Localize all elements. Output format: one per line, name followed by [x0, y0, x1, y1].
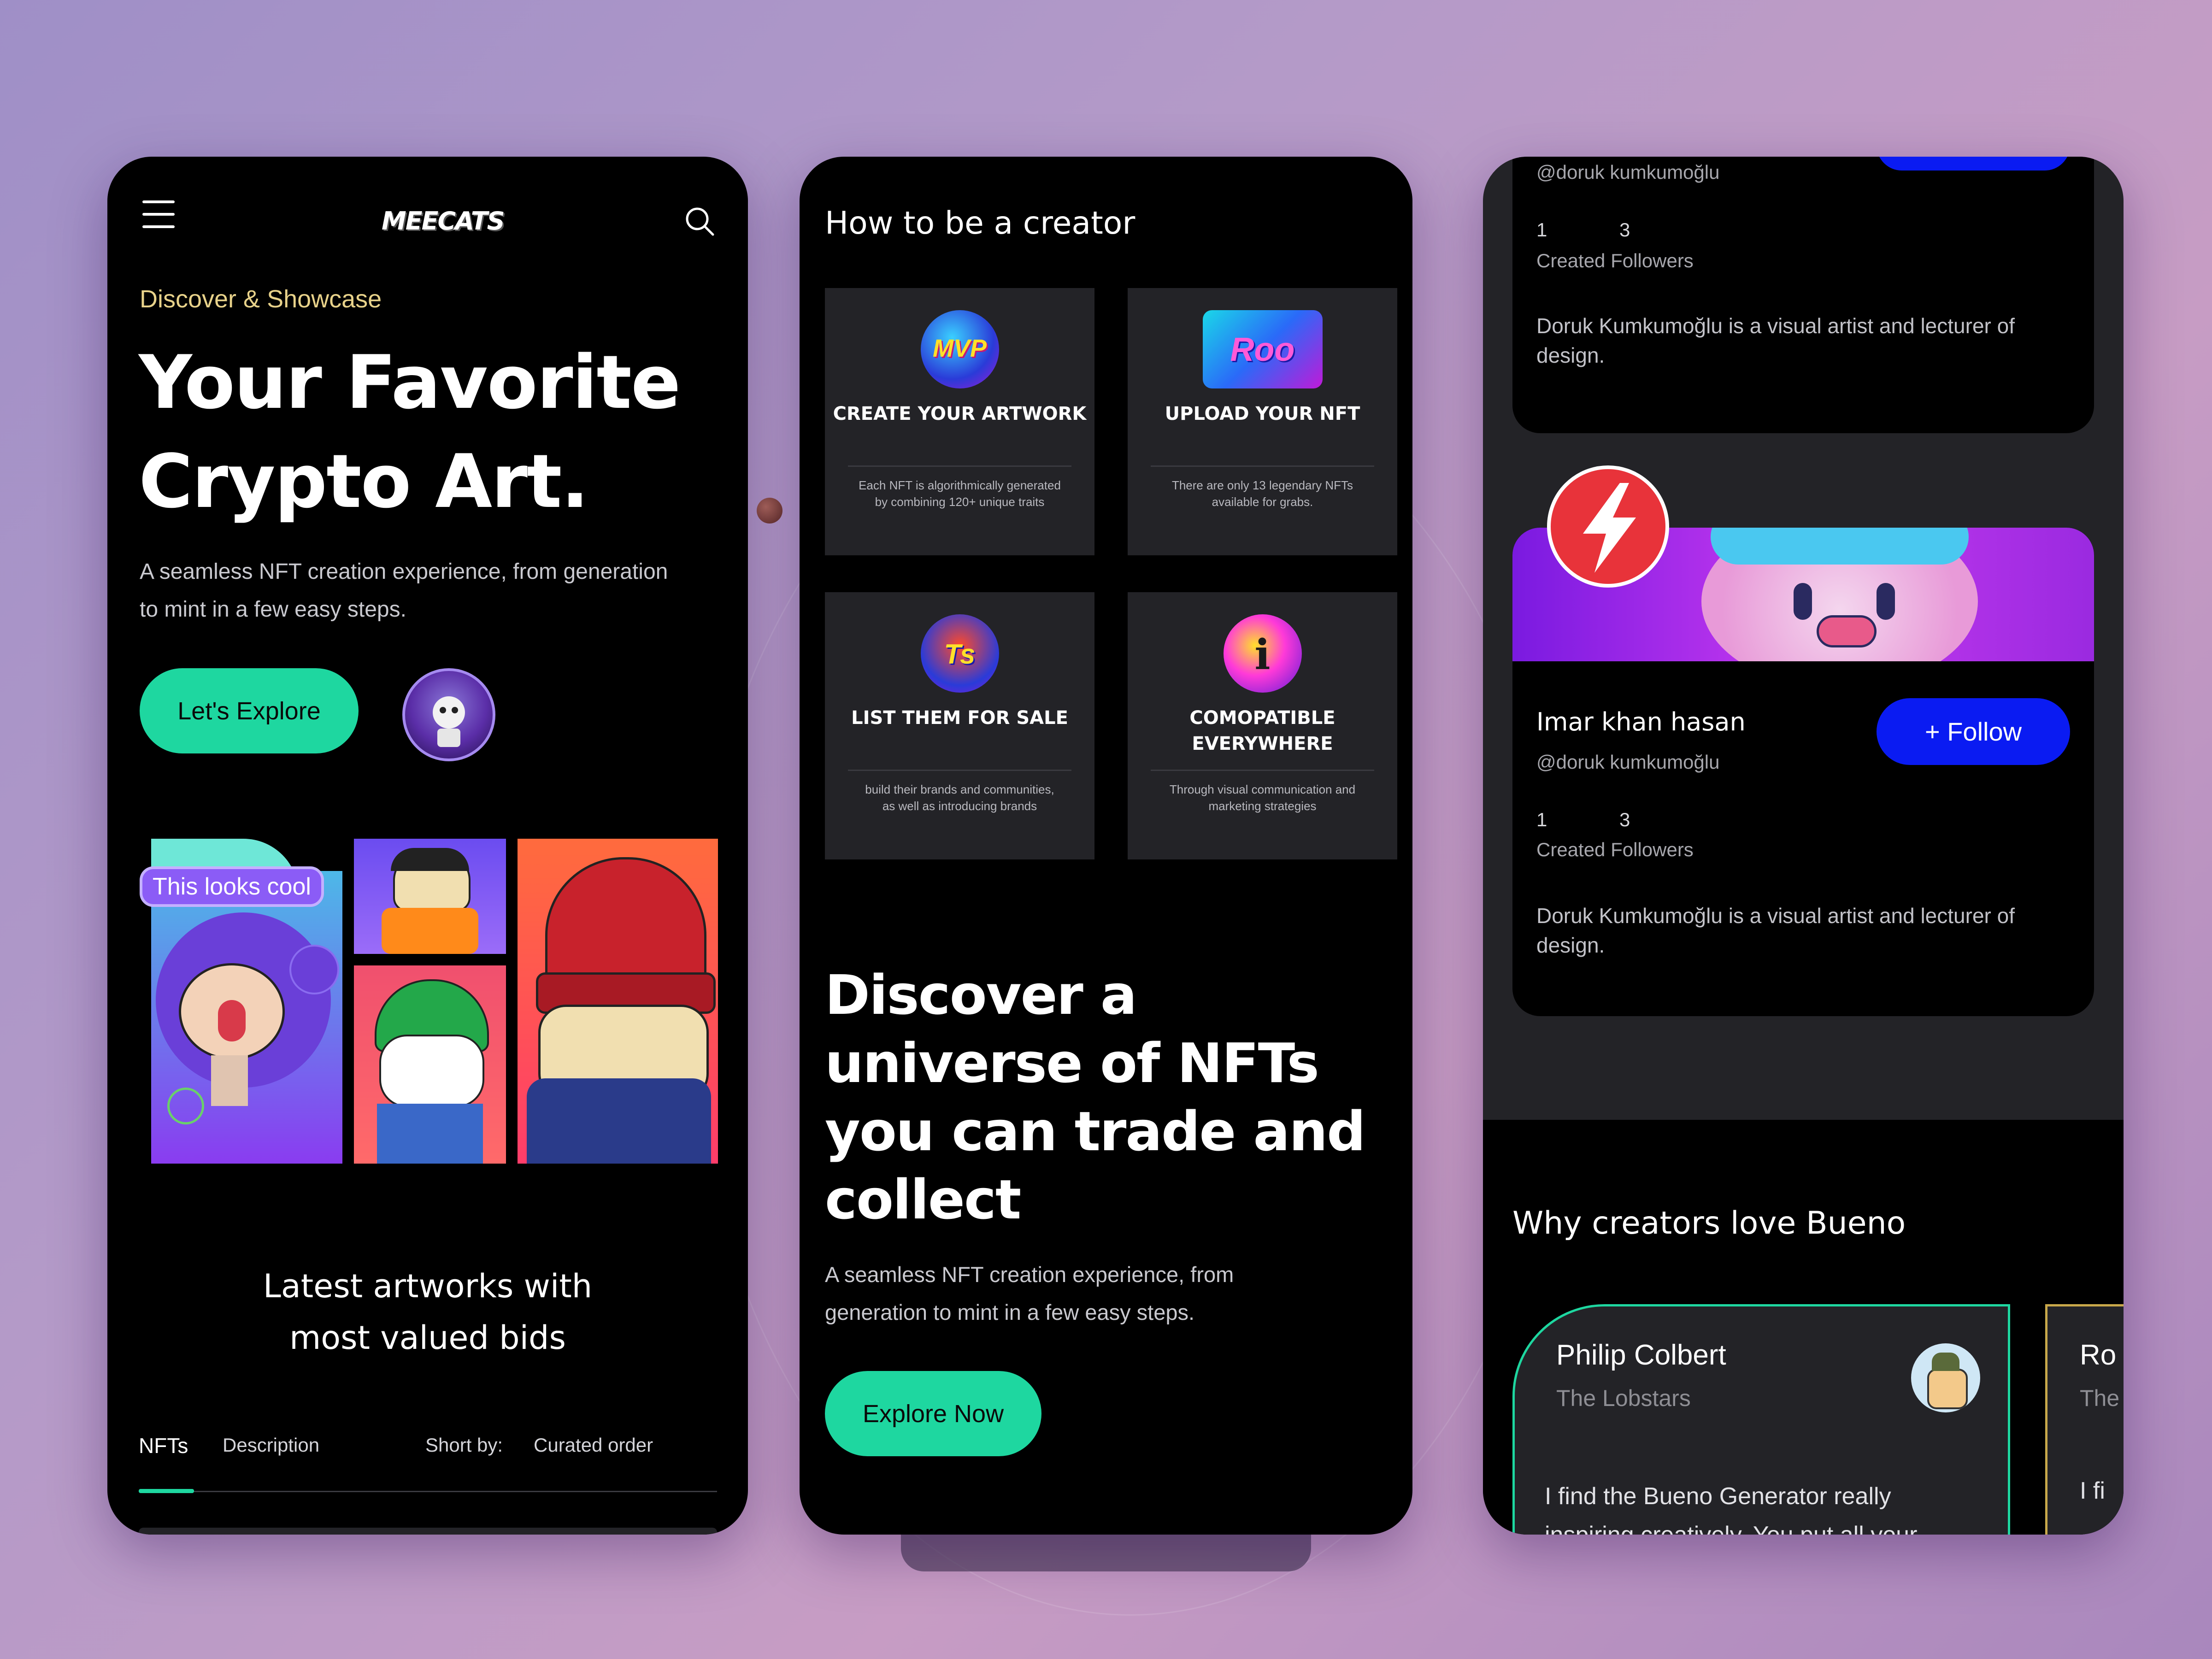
step-card-title: CREATE YOUR ARTWORK: [833, 403, 1087, 424]
profile-name: Imar khan hasan: [1536, 707, 1746, 736]
creators-section: Why creators love Bueno Philip Colbert T…: [1483, 1120, 2124, 1535]
created-count: 1: [1536, 219, 1547, 241]
profile-bio: Doruk Kumkumoğlu is a visual artist and …: [1536, 904, 2015, 957]
card-divider: [1151, 465, 1374, 467]
active-tab-indicator: [139, 1489, 194, 1493]
step-card-title: COMOPATIBLE EVERYWHERE: [1189, 707, 1335, 754]
profile-handle: @doruk kumkumoğlu: [1536, 751, 1720, 773]
follow-button[interactable]: + Follow: [1877, 698, 2070, 765]
step-card-list[interactable]: Ts LIST THEM FOR SALE build their brands…: [825, 592, 1094, 859]
sort-dropdown[interactable]: Curated order: [534, 1434, 653, 1456]
testimonial-org: The Lobstars: [1556, 1385, 1691, 1411]
step-card-compatible[interactable]: i COMOPATIBLE EVERYWHERE Through visual …: [1128, 592, 1397, 859]
profile-card-top: @doruk kumkumoğlu 1 3 Created Followers …: [1512, 157, 2094, 433]
hamburger-menu-icon[interactable]: [142, 200, 175, 228]
hero-headline-line2: Crypto Art.: [139, 438, 589, 524]
tab-description-label: Description: [223, 1434, 320, 1456]
follow-button-partial[interactable]: [1877, 157, 2070, 171]
skeleton-astronaut-avatar[interactable]: [402, 668, 495, 761]
lets-explore-button[interactable]: Let's Explore: [140, 668, 359, 753]
tab-nfts[interactable]: NFTs: [139, 1433, 188, 1479]
step-card-title: UPLOAD YOUR NFT: [1165, 403, 1360, 424]
background-dot: [757, 498, 782, 524]
followers-count: 3: [1619, 219, 1630, 241]
profile-card-main: Imar khan hasan + Follow @doruk kumkumoğ…: [1512, 465, 2094, 1016]
info-badge-icon: i: [1223, 614, 1302, 693]
testimonial-card[interactable]: Ro The I fi: [2045, 1304, 2124, 1535]
nft-card-cat-orange[interactable]: [354, 839, 506, 954]
testimonial-name: Philip Colbert: [1556, 1339, 1726, 1371]
tab-nfts-label: NFTs: [139, 1434, 188, 1458]
nft-card-cat-green[interactable]: [354, 965, 506, 1164]
created-count: 1: [1536, 809, 1547, 830]
tab-description[interactable]: Description: [223, 1434, 319, 1456]
testimonial-avatar: [1911, 1343, 1980, 1412]
step-card-upload[interactable]: Roo UPLOAD YOUR NFT There are only 13 le…: [1128, 288, 1397, 555]
discover-subtext: A seamless NFT creation experience, from…: [825, 1262, 1234, 1324]
hero-headline-line1: Your Favorite: [139, 339, 681, 425]
nft-card-monkey[interactable]: [151, 871, 342, 1164]
testimonial-quote: I find the Bueno Generator really inspir…: [1545, 1483, 1917, 1535]
ts-badge-icon: Ts: [920, 614, 999, 693]
speech-bubble-text: This looks cool: [153, 873, 311, 900]
nft-card-cat-red-hat[interactable]: [518, 839, 718, 1164]
list-preview-card: [139, 1528, 717, 1535]
phone-screen-creator: How to be a creator MVP CREATE YOUR ARTW…: [800, 157, 1412, 1535]
card-divider: [1151, 770, 1374, 771]
hero-subtext: A seamless NFT creation experience, from…: [140, 559, 668, 622]
profile-handle: @doruk kumkumoğlu: [1536, 161, 1720, 183]
step-card-desc: Each NFT is algorithmically generated by…: [859, 478, 1061, 509]
followers-count: 3: [1619, 809, 1630, 830]
explore-now-button[interactable]: Explore Now: [825, 1371, 1041, 1456]
card-divider: [848, 465, 1071, 467]
discover-headline: Discover a universe of NFTs you can trad…: [825, 963, 1366, 1231]
mvp-badge-icon: MVP: [920, 310, 999, 388]
roo-badge-icon: Roo: [1202, 310, 1323, 388]
profile-bio: Doruk Kumkumoğlu is a visual artist and …: [1536, 314, 2015, 367]
testimonial-org: The: [2080, 1385, 2120, 1411]
app-logo[interactable]: MEECATS: [382, 200, 505, 242]
search-icon[interactable]: [683, 205, 716, 237]
step-card-desc: build their brands and communities, as w…: [865, 782, 1054, 813]
stats-label: Created Followers: [1536, 839, 1694, 860]
how-to-be-creator-title: How to be a creator: [825, 205, 1135, 241]
sort-label: Short by:: [425, 1434, 503, 1456]
tabs-divider: [139, 1491, 717, 1492]
card-divider: [848, 770, 1071, 771]
speech-bubble: This looks cool: [140, 866, 324, 907]
step-card-title: LIST THEM FOR SALE: [851, 707, 1068, 729]
latest-artworks-title: Latest artworks with most valued bids: [263, 1267, 593, 1357]
phone-screen-home: MEECATS Discover & Showcase Your Favorit…: [107, 157, 748, 1535]
artwork-collage: This looks cool: [140, 839, 718, 1164]
stats-label: Created Followers: [1536, 250, 1694, 271]
phone-screen-profiles: @doruk kumkumoğlu 1 3 Created Followers …: [1483, 157, 2124, 1535]
testimonial-card[interactable]: Philip Colbert The Lobstars I find the B…: [1512, 1304, 2010, 1535]
why-creators-title: Why creators love Bueno: [1512, 1205, 1906, 1241]
step-card-desc: Through visual communication and marketi…: [1169, 782, 1356, 813]
testimonial-quote: I fi: [2080, 1477, 2105, 1504]
testimonial-name: Ro: [2080, 1339, 2117, 1371]
lightning-bolt-icon[interactable]: [1547, 465, 1669, 588]
eyebrow-text: Discover & Showcase: [140, 285, 382, 313]
step-card-desc: There are only 13 legendary NFTs availab…: [1171, 478, 1353, 509]
step-card-create[interactable]: MVP CREATE YOUR ARTWORK Each NFT is algo…: [825, 288, 1094, 555]
sort-dropdown-value: Curated order: [534, 1434, 653, 1456]
